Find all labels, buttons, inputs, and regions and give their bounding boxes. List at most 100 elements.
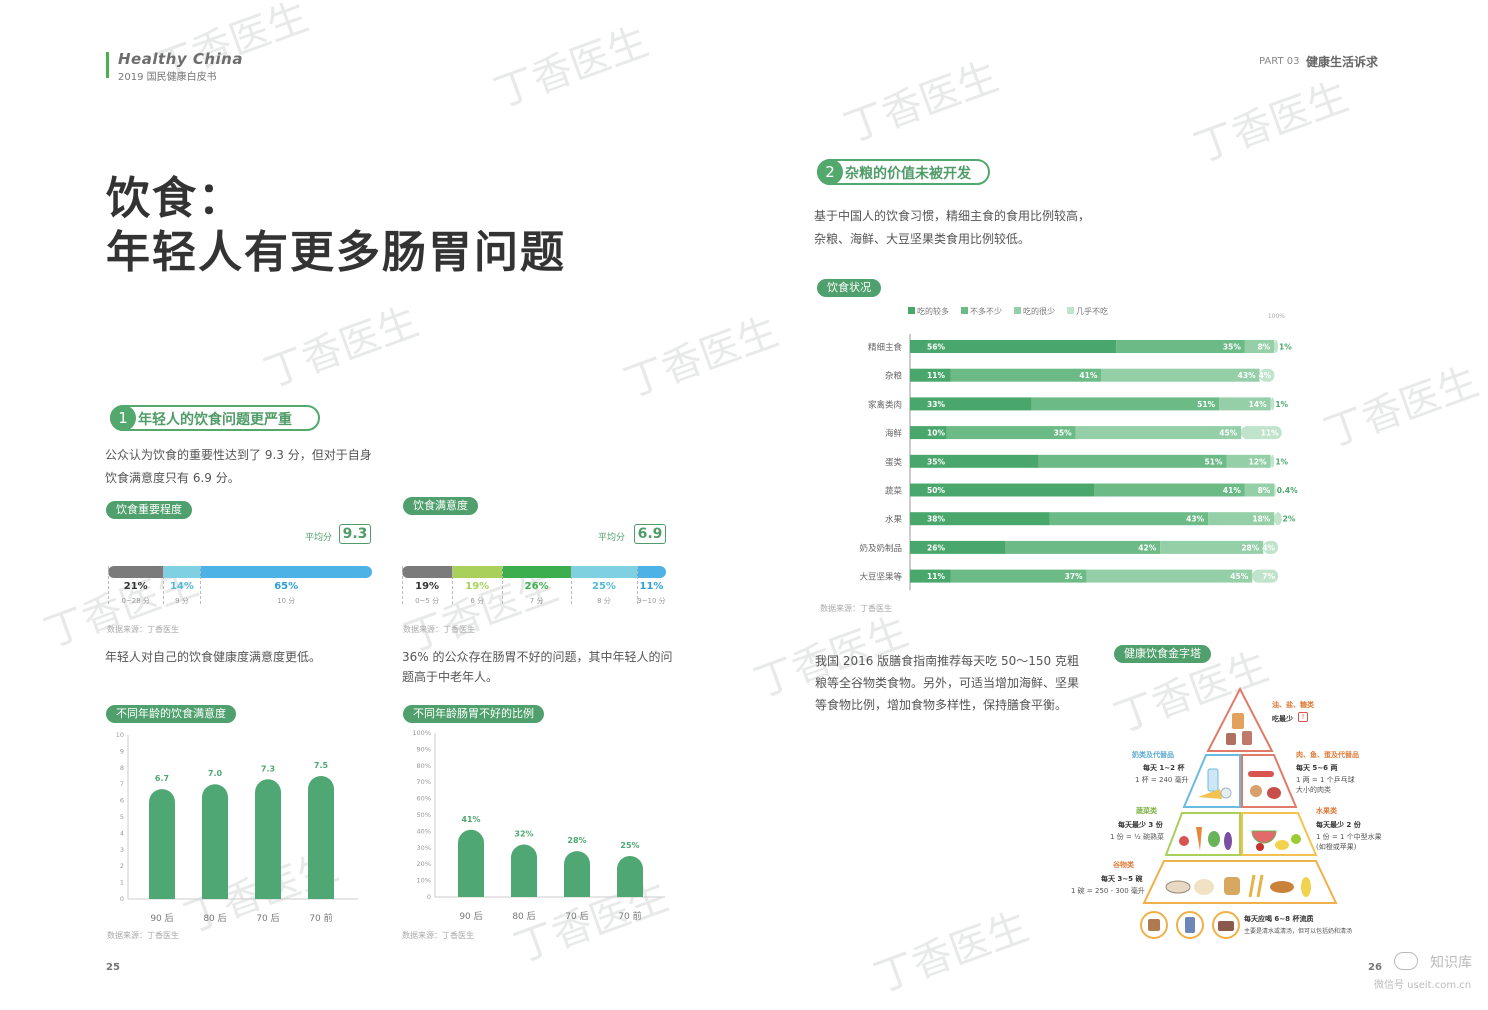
score-segment — [163, 566, 201, 578]
watermark-text: 丁香医生 — [258, 298, 425, 397]
diet-status-tag: 饮食状况 — [817, 279, 881, 297]
pyramid-grain-b: 每天 3~5 碗 — [1101, 875, 1143, 883]
segment-label: 11% — [927, 371, 945, 380]
pyramid-top-title: 油、盐、糖类 — [1272, 701, 1314, 709]
score-segment-range: 9 分 — [175, 597, 189, 605]
legend-swatch — [961, 307, 968, 314]
segment-label: 56% — [927, 343, 945, 352]
segment-label: 0.4% — [1277, 486, 1298, 495]
bar — [458, 829, 484, 897]
y-tick-label: 4 — [120, 829, 124, 837]
pear-icon — [1291, 834, 1301, 844]
score-segment — [402, 566, 453, 578]
corn-icon — [1301, 877, 1311, 897]
y-tick-label: 10 — [116, 731, 124, 739]
pyramid-veg-b: 每天最少 3 份 — [1118, 821, 1163, 829]
legend-label: 几乎不吃 — [1076, 306, 1108, 316]
importance-avg-value: 9.3 — [339, 524, 371, 544]
legend-swatch — [1014, 307, 1021, 314]
watermark-text: 丁香医生 — [1318, 358, 1485, 457]
brand-subtitle: 2019 国民健康白皮书 — [118, 72, 217, 83]
score-segment-range: 0~5 分 — [415, 597, 440, 605]
pyramid-milk-g: 1 杯 = 240 毫升 — [1135, 776, 1189, 784]
y-tick-label: 90% — [417, 745, 431, 753]
pyramid-milk-b: 每天 1~2 杯 — [1143, 764, 1185, 772]
bar — [617, 856, 643, 897]
score-segment — [502, 566, 571, 578]
age-satisfaction-source: 数据来源：丁香医生 — [107, 931, 179, 940]
legend-label: 吃的很少 — [1023, 306, 1055, 316]
category-label: 奶及奶制品 — [859, 543, 902, 554]
segment-label: 11% — [927, 572, 945, 581]
y-tick-label: 1 — [120, 879, 124, 887]
segment-label: 35% — [1223, 343, 1241, 352]
segment-label: 38% — [927, 515, 945, 524]
section1-number: 1 — [110, 405, 136, 431]
y-tick-label: 5 — [120, 813, 124, 821]
stacked-segment — [1038, 454, 1227, 468]
category-label: 精细主食 — [868, 342, 903, 353]
gut-problem-tag: 不同年龄肠胃不好的比例 — [403, 705, 544, 723]
segment-label: 18% — [1252, 515, 1270, 524]
segment-label: 41% — [1223, 486, 1241, 495]
note-left: 年轻人对自己的饮食健康度满意度更低。 — [105, 650, 322, 664]
score-segment-range: 0~28 分 — [121, 597, 150, 605]
page-title-line2: 年轻人有更多肠胃问题 — [106, 227, 566, 278]
score-segment-pct: 19% — [465, 581, 490, 592]
score-segment — [636, 566, 666, 578]
segment-label: 35% — [927, 457, 945, 466]
section2-heading-text: 杂粮的价值未被开发 — [845, 166, 971, 182]
y-tick-label: 60% — [417, 795, 431, 803]
salt-jar-icon — [1226, 733, 1236, 745]
stacked-segment — [1031, 397, 1220, 411]
croissant-icon — [1270, 881, 1294, 893]
part-number: PART 03 — [1259, 56, 1300, 67]
y-tick-label: 6 — [120, 797, 124, 805]
brand-accent-bar — [106, 52, 109, 78]
pyramid-veg-title: 蔬菜类 — [1136, 807, 1157, 815]
guideline-line2: 粮等全谷物类食物。另外，可适当增加海鲜、坚果 — [815, 676, 1080, 690]
milk-carton-icon — [1207, 768, 1219, 792]
y-tick-label: 40% — [417, 827, 431, 835]
bar-value-label: 25% — [620, 841, 639, 850]
bar-value-label: 32% — [514, 830, 533, 839]
watermark-text: 丁香医生 — [488, 18, 655, 117]
pyramid-fruit-title: 水果类 — [1316, 807, 1337, 815]
score-segment — [570, 566, 637, 578]
x-tick-label: 70 后 — [565, 911, 588, 922]
lemon-icon — [1275, 840, 1289, 850]
segment-label: 51% — [1205, 457, 1223, 466]
bar — [149, 789, 175, 899]
bar-value-label: 28% — [567, 836, 586, 845]
axis-max-label: 100% — [1268, 313, 1285, 320]
segment-label: 14% — [1249, 400, 1267, 409]
category-label: 蛋类 — [885, 457, 903, 468]
segment-label: 11% — [1261, 429, 1279, 438]
x-tick-label: 80 后 — [512, 911, 535, 922]
pyramid-fruit-g1: 1 份 = 1 个中型水果 — [1316, 833, 1382, 841]
segment-label: 2% — [1283, 515, 1296, 524]
pyramid-meat-b: 每天 5~6 两 — [1296, 764, 1338, 772]
score-segment-pct: 25% — [591, 581, 616, 592]
pyramid-tier-meat — [1241, 754, 1298, 808]
segment-label: 45% — [1230, 572, 1248, 581]
segment-label: 43% — [1238, 371, 1256, 380]
oil-bottle-icon — [1232, 713, 1244, 729]
pyramid-fruit-b: 每天最少 2 份 — [1316, 821, 1361, 829]
bar-value-label: 7.3 — [261, 764, 275, 773]
bar-value-label: 7.5 — [314, 761, 329, 770]
segment-label: 42% — [1138, 543, 1156, 552]
category-label: 海鲜 — [885, 428, 903, 439]
warning-icon: ! — [1298, 712, 1308, 722]
guideline-line1: 我国 2016 版膳食指南推荐每天吃 50～150 克粗 — [815, 654, 1079, 668]
diet-status-source: 数据来源：丁香医生 — [820, 604, 892, 613]
wechat-id: 微信号 useit.com.cn — [1374, 980, 1472, 991]
x-tick-label: 90 后 — [150, 913, 173, 924]
diet-status-chart: 吃的较多 不多不少 吃的很少 几乎不吃 100% 精细主食 56% 35% 8% 1% 杂粮 11% 4… — [859, 306, 1298, 591]
stacked-segment — [1101, 368, 1260, 382]
segment-label: 26% — [927, 543, 945, 552]
section1-para-line2: 饮食满意度只有 6.9 分。 — [105, 471, 240, 485]
pyramid-water-b: 每天应喝 6~8 杯流质 — [1244, 915, 1314, 923]
section2-heading: 2 杂粮的价值未被开发 — [817, 159, 990, 185]
egg-icon — [1250, 785, 1262, 797]
